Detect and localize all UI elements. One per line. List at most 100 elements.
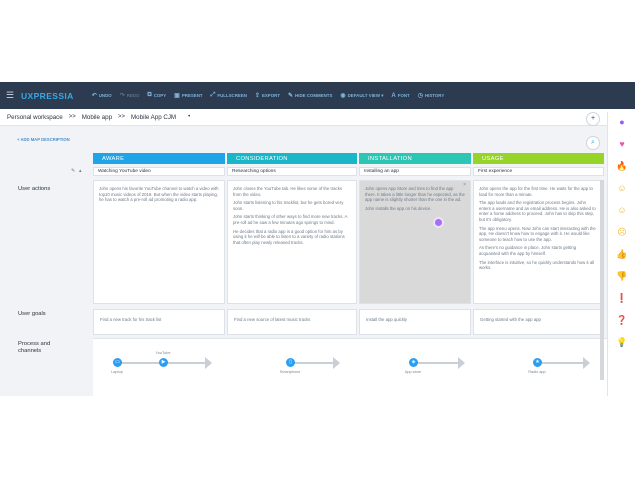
stage-header[interactable]: INSTALLATION: [359, 153, 471, 164]
toolbar-items: ↶ UNDO ↷ REDO ⧉ COPY ▣ PRESENT ⤢ FULLSCREEN ⇪ EXPOR…: [92, 92, 453, 99]
action-card[interactable]: John opens App Store and tries to find t…: [359, 180, 471, 304]
channel-node-icon[interactable]: ★: [533, 358, 542, 367]
substage[interactable]: First experience: [473, 167, 604, 176]
action-card[interactable]: John opens the app for the first time. H…: [473, 180, 604, 304]
stage-header[interactable]: AWARE: [93, 153, 225, 164]
stage-label: INSTALLATION: [368, 155, 412, 162]
toolbar-font-button[interactable]: A FONT: [391, 93, 409, 99]
toolbar-label: FULLSCREEN: [217, 93, 247, 98]
toolbar-label: HISTORY: [424, 93, 445, 98]
toolbar-label: COPY: [153, 93, 167, 98]
purple-circle-icon[interactable]: ●: [616, 116, 628, 128]
card-text: As there's no guidance in place, John st…: [479, 245, 577, 256]
heart-icon[interactable]: ♥: [616, 138, 628, 150]
breadcrumb-map[interactable]: Mobile App CJM: [131, 114, 176, 121]
channel-node-icon[interactable]: ◈: [409, 358, 418, 367]
card-text: John opens the app for the first time. H…: [479, 186, 593, 197]
substage-label: Researching options: [232, 169, 276, 174]
map-menu-dot[interactable]: •: [188, 114, 190, 120]
goal-card[interactable]: Getting started with the app app: [473, 309, 604, 335]
channel-label: Smartphone: [279, 370, 301, 374]
goal-card[interactable]: Install the app quickly: [359, 309, 471, 335]
channel-node-icon[interactable]: ▯: [286, 358, 295, 367]
card-text: John installs the app on his device.: [365, 205, 432, 211]
channel-label: App store: [404, 370, 422, 374]
channel-node-icon[interactable]: ▭: [113, 358, 122, 367]
substage-label: Watching YouTube video: [98, 169, 151, 174]
row-label-user-goals: User goals: [18, 311, 46, 317]
emotion-marker[interactable]: [433, 217, 444, 228]
channel-label: Radio app: [528, 370, 546, 374]
vertical-scrollbar[interactable]: [600, 180, 604, 380]
collapse-icon[interactable]: ▴: [79, 168, 82, 174]
hide-comments-icon: ✎: [288, 93, 294, 99]
breadcrumb-workspace[interactable]: Personal workspace: [7, 114, 63, 121]
substage[interactable]: Installing an app: [359, 167, 471, 176]
top-toolbar: ☰ UXPRESSIA ↶ UNDO ↷ REDO ⧉ COPY ▣ PRESENT ⤢ FULL…: [0, 82, 635, 109]
toolbar-export-button[interactable]: ⇪ EXPORT: [255, 92, 280, 99]
font-icon: A: [391, 92, 396, 99]
stage-header[interactable]: CONSIDERATION: [227, 153, 357, 164]
substage-label: Installing an app: [364, 169, 399, 174]
goal-text: Install the app quickly: [366, 317, 408, 322]
happy-face-icon[interactable]: ☺: [616, 182, 628, 194]
goal-text: Find a new track for his track list: [100, 317, 162, 322]
fullscreen-icon: ⤢: [210, 92, 216, 98]
breadcrumb-project[interactable]: Mobile app: [82, 114, 112, 121]
question-icon[interactable]: ❓: [616, 314, 628, 326]
card-text: John opens his favorite YouTube channel …: [99, 186, 219, 203]
toolbar-history-button[interactable]: ◷ HISTORY: [418, 92, 445, 99]
breadcrumb-separator: >>: [118, 114, 126, 120]
undo-icon: ↶: [91, 93, 97, 99]
action-card[interactable]: John closes the YouTube tab. He likes so…: [227, 180, 357, 304]
goal-text: Getting started with the app app: [480, 317, 541, 322]
goal-card[interactable]: Find a new track for his track list: [93, 309, 225, 335]
card-text: The interface is intuitive, so he quickl…: [479, 259, 595, 271]
goal-card[interactable]: Find a new source of latest music tracks: [227, 309, 357, 335]
thumbs-up-icon[interactable]: 👍: [616, 248, 628, 260]
arrow-head-icon: [583, 357, 590, 369]
toolbar-hide-comments-button[interactable]: ✎ HIDE COMMENTS: [288, 92, 332, 99]
goal-text: Find a new source of latest music tracks: [234, 317, 311, 322]
stage-header[interactable]: USAGE: [473, 153, 604, 164]
add-emoji-icon[interactable]: +: [586, 112, 600, 126]
toolbar-label: HIDE COMMENTS: [295, 93, 333, 98]
toolbar-label: FONT: [397, 93, 410, 98]
toolbar-copy-button[interactable]: ⧉ COPY: [147, 92, 166, 99]
breadcrumb-separator: >>: [68, 114, 76, 120]
substage[interactable]: Researching options: [227, 167, 357, 176]
export-icon: ⇪: [254, 93, 260, 99]
card-text: John starts thinking of other ways to fi…: [233, 214, 348, 225]
row-label-process-channels: Process and channels: [18, 341, 51, 354]
redo-icon: ↷: [119, 93, 125, 99]
flow-line: [290, 362, 333, 364]
add-map-description-button[interactable]: + ADD MAP DESCRIPTION: [17, 137, 70, 142]
substage[interactable]: Watching YouTube video: [93, 167, 225, 176]
toolbar-undo-button[interactable]: ↶ UNDO: [92, 92, 112, 99]
toolbar-default-view-button[interactable]: ◉ DEFAULT VIEW ▾: [340, 92, 383, 100]
logo[interactable]: UXPRESSIA: [21, 91, 74, 101]
toolbar-redo-button[interactable]: ↷ REDO: [120, 92, 140, 99]
card-text: John opens App Store and tries to find t…: [365, 186, 465, 203]
default-view-icon: ◉: [340, 93, 346, 99]
substage-label: First experience: [478, 169, 513, 174]
exclamation-icon[interactable]: ❗: [616, 292, 628, 304]
stage-label: AWARE: [102, 155, 125, 162]
fire-icon[interactable]: 🔥: [616, 160, 628, 172]
hamburger-menu-icon[interactable]: ☰: [6, 91, 20, 100]
action-card[interactable]: John opens his favorite YouTube channel …: [93, 180, 225, 304]
toolbar-present-button[interactable]: ▣ PRESENT: [174, 92, 202, 99]
channel-node-icon[interactable]: ▶: [159, 358, 168, 367]
idea-icon[interactable]: 💡: [616, 336, 628, 348]
toolbar-label: EXPORT: [261, 93, 281, 98]
thumbs-down-icon[interactable]: 👎: [616, 270, 628, 282]
sad-face-icon[interactable]: ☹: [616, 226, 628, 238]
arrow-head-icon: [205, 357, 212, 369]
pin-icon[interactable]: ✎: [71, 168, 75, 174]
search-emoji-icon[interactable]: ⌕: [586, 136, 600, 150]
flow-line: [537, 362, 583, 364]
arrow-head-icon: [333, 357, 340, 369]
neutral-face-icon[interactable]: ☺: [616, 204, 628, 216]
close-icon[interactable]: ×: [463, 182, 466, 189]
toolbar-fullscreen-button[interactable]: ⤢ FULLSCREEN: [211, 92, 247, 99]
